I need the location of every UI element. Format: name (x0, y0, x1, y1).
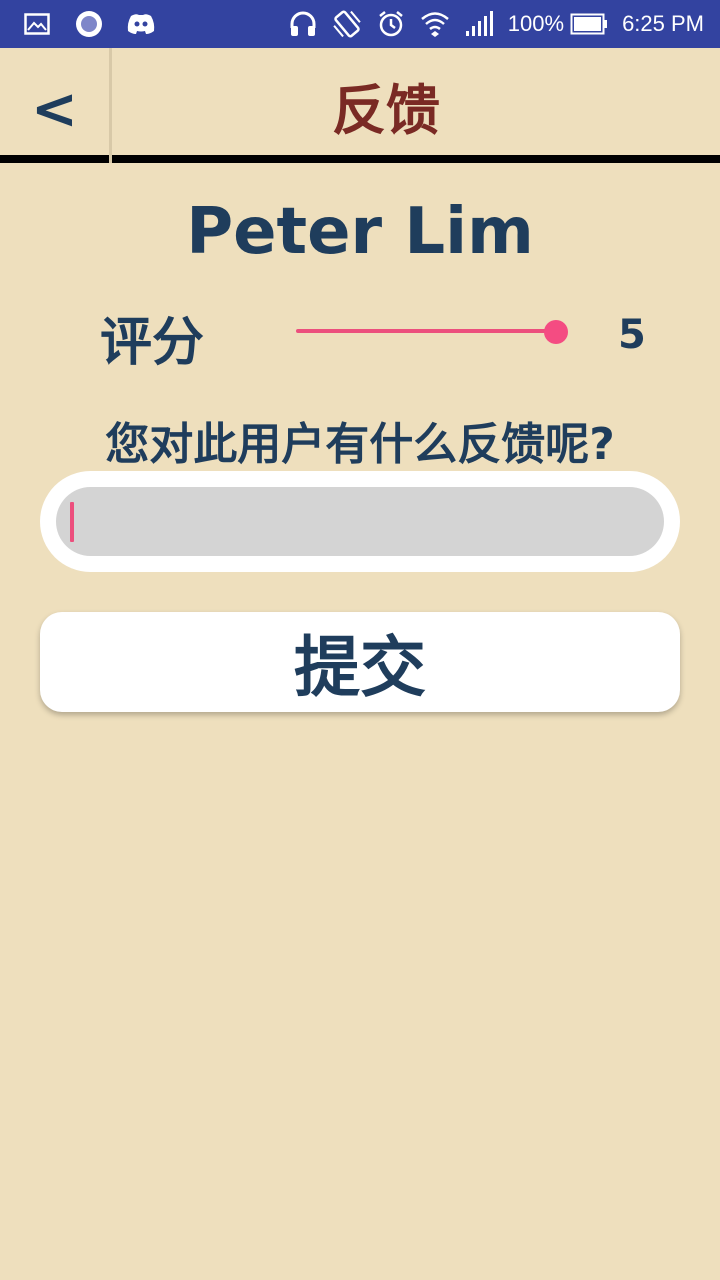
back-button[interactable]: < (0, 48, 112, 163)
vibrate-icon (332, 9, 362, 39)
user-name: Peter Lim (186, 195, 534, 269)
battery-icon (570, 9, 608, 39)
rating-value: 5 (618, 312, 646, 358)
feedback-input-frame (40, 471, 680, 572)
gallery-icon (22, 9, 52, 39)
submit-button[interactable]: 提交 (40, 612, 680, 712)
alarm-icon (376, 9, 406, 39)
text-caret (70, 501, 74, 542)
wifi-icon (420, 9, 450, 39)
rating-label: 评分 (100, 313, 205, 373)
rating-slider[interactable] (296, 320, 568, 344)
app-header: < 反馈 (0, 48, 720, 163)
status-time: 6:25 PM (622, 11, 704, 36)
headphones-icon (288, 9, 318, 39)
feedback-input[interactable] (56, 487, 664, 556)
status-bar: 100% 6:25 PM (0, 0, 720, 48)
battery-percent: 100% (507, 11, 565, 36)
discord-icon (126, 9, 156, 39)
signal-icon (464, 9, 494, 39)
back-arrow-icon: < (31, 77, 78, 142)
slider-thumb[interactable] (544, 320, 568, 344)
slider-track (296, 329, 552, 333)
record-icon (74, 9, 104, 39)
feedback-question: 您对此用户有什么反馈呢? (105, 419, 615, 470)
page-title: 反馈 (332, 79, 440, 142)
